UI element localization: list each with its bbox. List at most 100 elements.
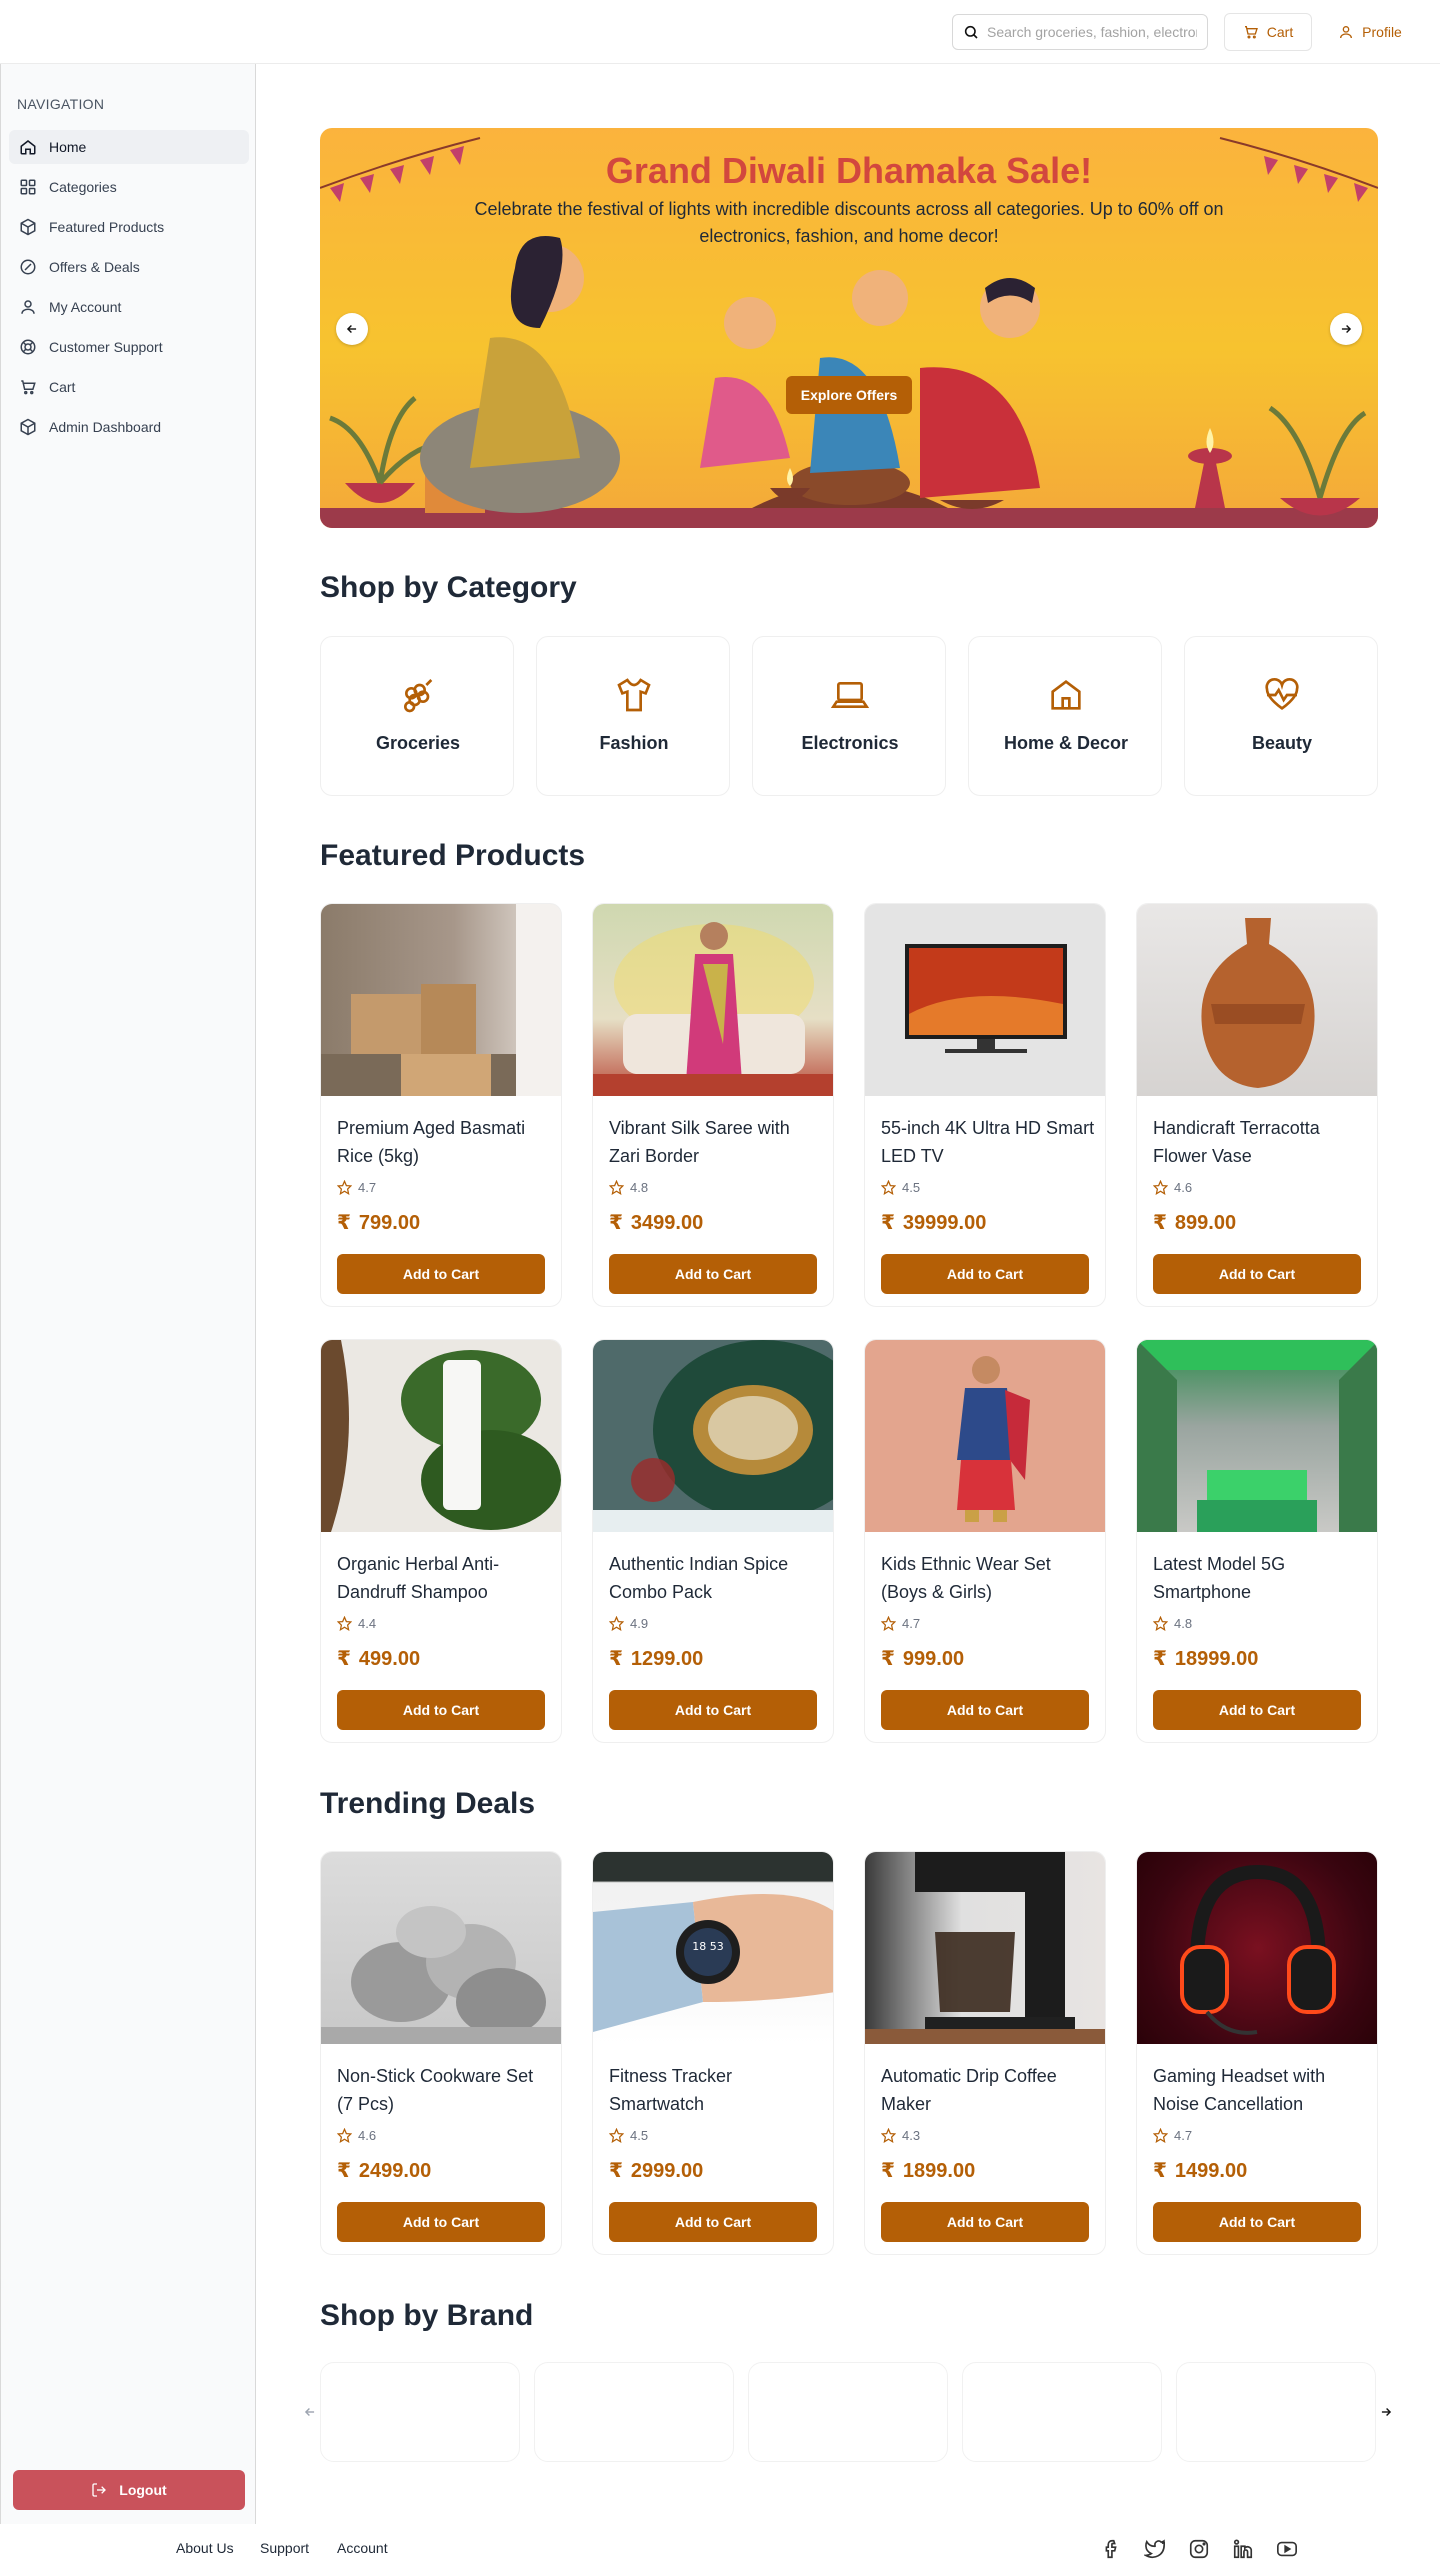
- product-name[interactable]: Handicraft Terracotta Flower Vase: [1153, 1114, 1367, 1170]
- add-to-cart-button[interactable]: Add to Cart: [881, 1690, 1089, 1730]
- star-icon: [881, 2128, 896, 2143]
- search-input[interactable]: [987, 24, 1197, 40]
- headset-image: [1180, 1864, 1336, 2035]
- product-card[interactable]: Handicraft Terracotta Flower Vase 4.6 ₹8…: [1136, 903, 1378, 1307]
- rating-value: 4.7: [1174, 2128, 1193, 2143]
- category-card-fashion[interactable]: Fashion: [536, 636, 730, 796]
- product-card[interactable]: Vibrant Silk Saree with Zari Border 4.8 …: [592, 903, 834, 1307]
- facebook-icon[interactable]: [1100, 2538, 1122, 2560]
- product-card[interactable]: Organic Herbal Anti-Dandruff Shampoo 4.4…: [320, 1339, 562, 1743]
- profile-label: Profile: [1362, 24, 1402, 40]
- product-name[interactable]: Authentic Indian Spice Combo Pack: [609, 1550, 823, 1606]
- product-name[interactable]: Latest Model 5G Smartphone: [1153, 1550, 1367, 1606]
- arrow-left-icon: [346, 325, 357, 333]
- rating-value: 4.6: [1174, 1180, 1193, 1195]
- product-name[interactable]: Gaming Headset with Noise Cancellation: [1153, 2062, 1367, 2118]
- category-label: Fashion: [599, 733, 669, 753]
- sidebar-item-home[interactable]: Home: [9, 130, 249, 164]
- product-image[interactable]: [865, 904, 1105, 1096]
- brand-card[interactable]: [748, 2362, 948, 2462]
- product-image[interactable]: [593, 1340, 833, 1532]
- add-to-cart-button[interactable]: Add to Cart: [1153, 2202, 1361, 2242]
- product-name[interactable]: Premium Aged Basmati Rice (5kg): [337, 1114, 551, 1170]
- product-image[interactable]: [593, 904, 833, 1096]
- sidebar-item-featured-products[interactable]: Featured Products: [9, 210, 249, 244]
- youtube-icon[interactable]: [1276, 2538, 1298, 2560]
- arrow-right-icon: [1381, 2408, 1392, 2416]
- search-box[interactable]: [952, 14, 1208, 50]
- add-to-cart-button[interactable]: Add to Cart: [881, 1254, 1089, 1294]
- category-card-electronics[interactable]: Electronics: [752, 636, 946, 796]
- twitter-icon[interactable]: [1144, 2538, 1166, 2560]
- add-to-cart-button[interactable]: Add to Cart: [337, 1254, 545, 1294]
- explore-offers-button[interactable]: Explore Offers: [786, 376, 912, 414]
- product-name[interactable]: Organic Herbal Anti-Dandruff Shampoo: [337, 1550, 551, 1606]
- product-price: ₹999.00: [881, 1646, 964, 1671]
- product-price: ₹1499.00: [1153, 2158, 1247, 2183]
- hero-prev-button[interactable]: [336, 313, 368, 345]
- shampoo-image: [321, 1340, 561, 1532]
- brand-card[interactable]: [1176, 2362, 1376, 2462]
- add-to-cart-button[interactable]: Add to Cart: [337, 2202, 545, 2242]
- product-card[interactable]: 55-inch 4K Ultra HD Smart LED TV 4.5 ₹39…: [864, 903, 1106, 1307]
- product-card[interactable]: Automatic Drip Coffee Maker 4.3 ₹1899.00…: [864, 1851, 1106, 2255]
- category-card-groceries[interactable]: Groceries: [320, 636, 514, 796]
- instagram-icon[interactable]: [1188, 2538, 1210, 2560]
- rupee-symbol: ₹: [881, 2160, 895, 2182]
- footer-link-support[interactable]: Support: [260, 2540, 309, 2556]
- product-card[interactable]: 18 53 Fitness Tracker Smartwatch 4.5 ₹29…: [592, 1851, 834, 2255]
- product-card[interactable]: Authentic Indian Spice Combo Pack 4.9 ₹1…: [592, 1339, 834, 1743]
- product-image[interactable]: [1137, 1340, 1377, 1532]
- product-image[interactable]: [865, 1852, 1105, 2044]
- product-name[interactable]: Automatic Drip Coffee Maker: [881, 2062, 1095, 2118]
- add-to-cart-button[interactable]: Add to Cart: [881, 2202, 1089, 2242]
- product-card[interactable]: Non-Stick Cookware Set (7 Pcs) 4.6 ₹2499…: [320, 1851, 562, 2255]
- add-to-cart-button[interactable]: Add to Cart: [337, 1690, 545, 1730]
- header-cart-button[interactable]: Cart: [1224, 13, 1312, 51]
- hero-next-button[interactable]: [1330, 313, 1362, 345]
- product-name[interactable]: Vibrant Silk Saree with Zari Border: [609, 1114, 823, 1170]
- product-rating: 4.5: [881, 1180, 920, 1195]
- product-image[interactable]: [1137, 904, 1377, 1096]
- sidebar-item-categories[interactable]: Categories: [9, 170, 249, 204]
- sidebar-item-cart[interactable]: Cart: [9, 370, 249, 404]
- linkedin-icon[interactable]: [1232, 2538, 1254, 2560]
- product-card[interactable]: Premium Aged Basmati Rice (5kg) 4.7 ₹799…: [320, 903, 562, 1307]
- product-name[interactable]: Non-Stick Cookware Set (7 Pcs): [337, 2062, 551, 2118]
- category-label: Home & Decor: [1003, 733, 1129, 753]
- profile-button[interactable]: Profile: [1330, 13, 1410, 51]
- product-name[interactable]: 55-inch 4K Ultra HD Smart LED TV: [881, 1114, 1095, 1170]
- add-to-cart-button[interactable]: Add to Cart: [609, 1254, 817, 1294]
- product-image[interactable]: 18 53: [593, 1852, 833, 2044]
- product-image[interactable]: [321, 904, 561, 1096]
- add-to-cart-button[interactable]: Add to Cart: [609, 2202, 817, 2242]
- category-card-home-decor[interactable]: Home & Decor: [968, 636, 1162, 796]
- add-to-cart-button[interactable]: Add to Cart: [609, 1690, 817, 1730]
- product-name[interactable]: Kids Ethnic Wear Set (Boys & Girls): [881, 1550, 1095, 1606]
- logout-button[interactable]: Logout: [13, 2470, 245, 2510]
- sidebar-item-admin-dashboard[interactable]: Admin Dashboard: [9, 410, 249, 444]
- brand-card[interactable]: [534, 2362, 734, 2462]
- product-image[interactable]: [321, 1340, 561, 1532]
- sidebar-item-offers-deals[interactable]: Offers & Deals: [9, 250, 249, 284]
- user-icon: [21, 300, 35, 314]
- product-image[interactable]: [1137, 1852, 1377, 2044]
- add-to-cart-button[interactable]: Add to Cart: [1153, 1690, 1361, 1730]
- footer-link-account[interactable]: Account: [337, 2540, 388, 2556]
- product-card[interactable]: Gaming Headset with Noise Cancellation 4…: [1136, 1851, 1378, 2255]
- product-rating: 4.8: [609, 1180, 648, 1195]
- brand-next-button[interactable]: [1372, 2398, 1400, 2426]
- sidebar-item-my-account[interactable]: My Account: [9, 290, 249, 324]
- brand-card[interactable]: [320, 2362, 520, 2462]
- brand-card[interactable]: [962, 2362, 1162, 2462]
- product-name[interactable]: Fitness Tracker Smartwatch: [609, 2062, 823, 2118]
- product-image[interactable]: [321, 1852, 561, 2044]
- sidebar-item-customer-support[interactable]: Customer Support: [9, 330, 249, 364]
- product-card[interactable]: Kids Ethnic Wear Set (Boys & Girls) 4.7 …: [864, 1339, 1106, 1743]
- add-to-cart-button[interactable]: Add to Cart: [1153, 1254, 1361, 1294]
- category-card-beauty[interactable]: Beauty: [1184, 636, 1378, 796]
- rupee-symbol: ₹: [1153, 1648, 1167, 1670]
- footer-link-about[interactable]: About Us: [176, 2540, 234, 2556]
- product-card[interactable]: Latest Model 5G Smartphone 4.8 ₹18999.00…: [1136, 1339, 1378, 1743]
- product-image[interactable]: [865, 1340, 1105, 1532]
